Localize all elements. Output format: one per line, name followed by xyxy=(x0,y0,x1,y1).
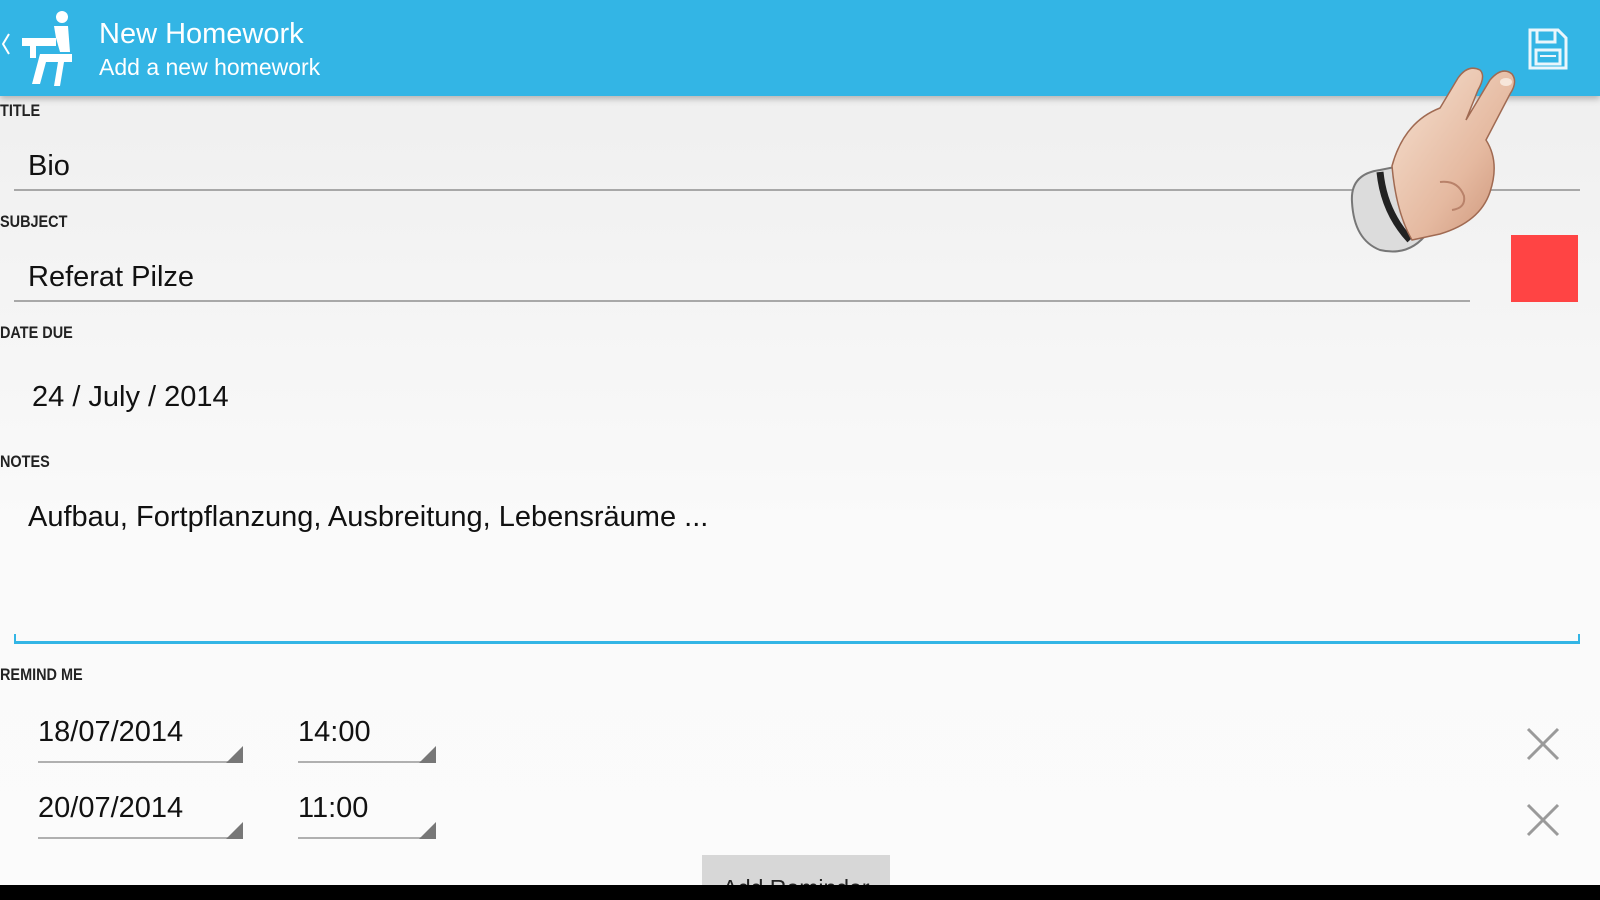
notes-label: NOTES xyxy=(0,452,50,471)
reminder-date-value: 18/07/2014 xyxy=(38,716,184,748)
spinner-corner-icon xyxy=(226,822,243,839)
spinner-corner-icon xyxy=(419,746,436,763)
spinner-underline xyxy=(38,837,243,839)
add-reminder-button[interactable]: Add Reminder xyxy=(702,855,890,885)
date-due-field[interactable]: 24 / July / 2014 xyxy=(32,381,229,414)
notes-underline-tick-right xyxy=(1578,634,1580,642)
page-subtitle: Add a new homework xyxy=(99,54,321,80)
reminder-date-spinner[interactable]: 20/07/2014 xyxy=(38,792,243,839)
reminder-time-spinner[interactable]: 11:00 xyxy=(298,792,436,839)
close-icon[interactable] xyxy=(1523,724,1563,764)
spinner-underline xyxy=(38,761,243,763)
tap-gesture-hand-icon xyxy=(1350,67,1516,253)
title-label: TITLE xyxy=(0,101,41,120)
subject-field[interactable]: Referat Pilze xyxy=(28,261,194,294)
student-at-desk-icon[interactable] xyxy=(16,8,80,86)
back-chevron-icon[interactable] xyxy=(2,32,10,56)
spinner-corner-icon xyxy=(419,822,436,839)
reminder-time-spinner[interactable]: 14:00 xyxy=(298,716,436,763)
spinner-corner-icon xyxy=(226,746,243,763)
reminder-date-spinner[interactable]: 18/07/2014 xyxy=(38,716,243,763)
reminder-time-value: 14:00 xyxy=(298,716,371,748)
reminder-date-value: 20/07/2014 xyxy=(38,792,184,824)
page-title: New Homework xyxy=(99,18,304,50)
screen: New Homework Add a new homework TITLE Bi… xyxy=(0,0,1600,885)
spinner-underline xyxy=(298,761,436,763)
date-due-label: DATE DUE xyxy=(0,323,73,342)
subject-underline xyxy=(14,300,1470,302)
notes-underline-tick-left xyxy=(14,634,16,642)
subject-label: SUBJECT xyxy=(0,212,68,231)
spinner-underline xyxy=(298,837,436,839)
reminder-time-value: 11:00 xyxy=(298,792,369,824)
close-icon[interactable] xyxy=(1523,800,1563,840)
title-field[interactable]: Bio xyxy=(28,150,70,183)
notes-underline xyxy=(14,641,1580,644)
remind-me-label: REMIND ME xyxy=(0,665,83,684)
notes-field[interactable]: Aufbau, Fortpflanzung, Ausbreitung, Lebe… xyxy=(28,501,708,534)
